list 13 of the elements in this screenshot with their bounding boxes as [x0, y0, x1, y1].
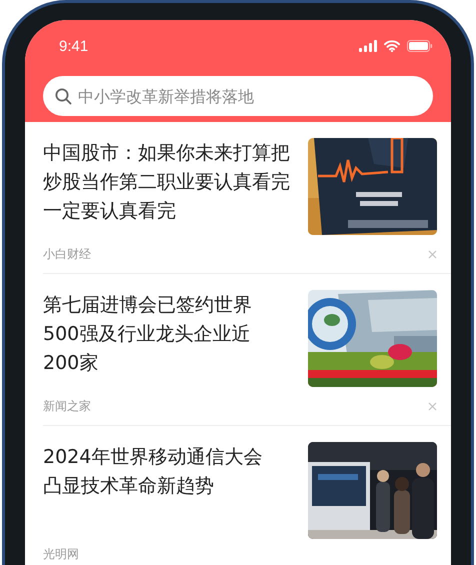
- article-title[interactable]: 2024年世界移动通信大会 凸显技术革命新趋势: [43, 442, 262, 539]
- article-source: 新闻之家: [43, 398, 91, 414]
- article-source: 小白财经: [43, 246, 91, 262]
- search-icon: [55, 88, 72, 104]
- status-time: 9:41: [59, 38, 88, 54]
- article-source: 光明网: [43, 546, 79, 562]
- signal-icon: [359, 40, 377, 52]
- wifi-icon: [384, 40, 400, 52]
- battery-icon: [407, 40, 433, 52]
- article-title[interactable]: 中国股市：如果你未来打算把 炒股当作第二职业要认真看完 一定要认真看完: [43, 138, 290, 235]
- article-title[interactable]: 第七届进博会已签约世界 500强及行业龙头企业近 200家: [43, 290, 252, 387]
- search-field[interactable]: 中小学改革新举措将落地: [78, 86, 421, 106]
- search-bar[interactable]: 中小学改革新举措将落地: [43, 76, 433, 116]
